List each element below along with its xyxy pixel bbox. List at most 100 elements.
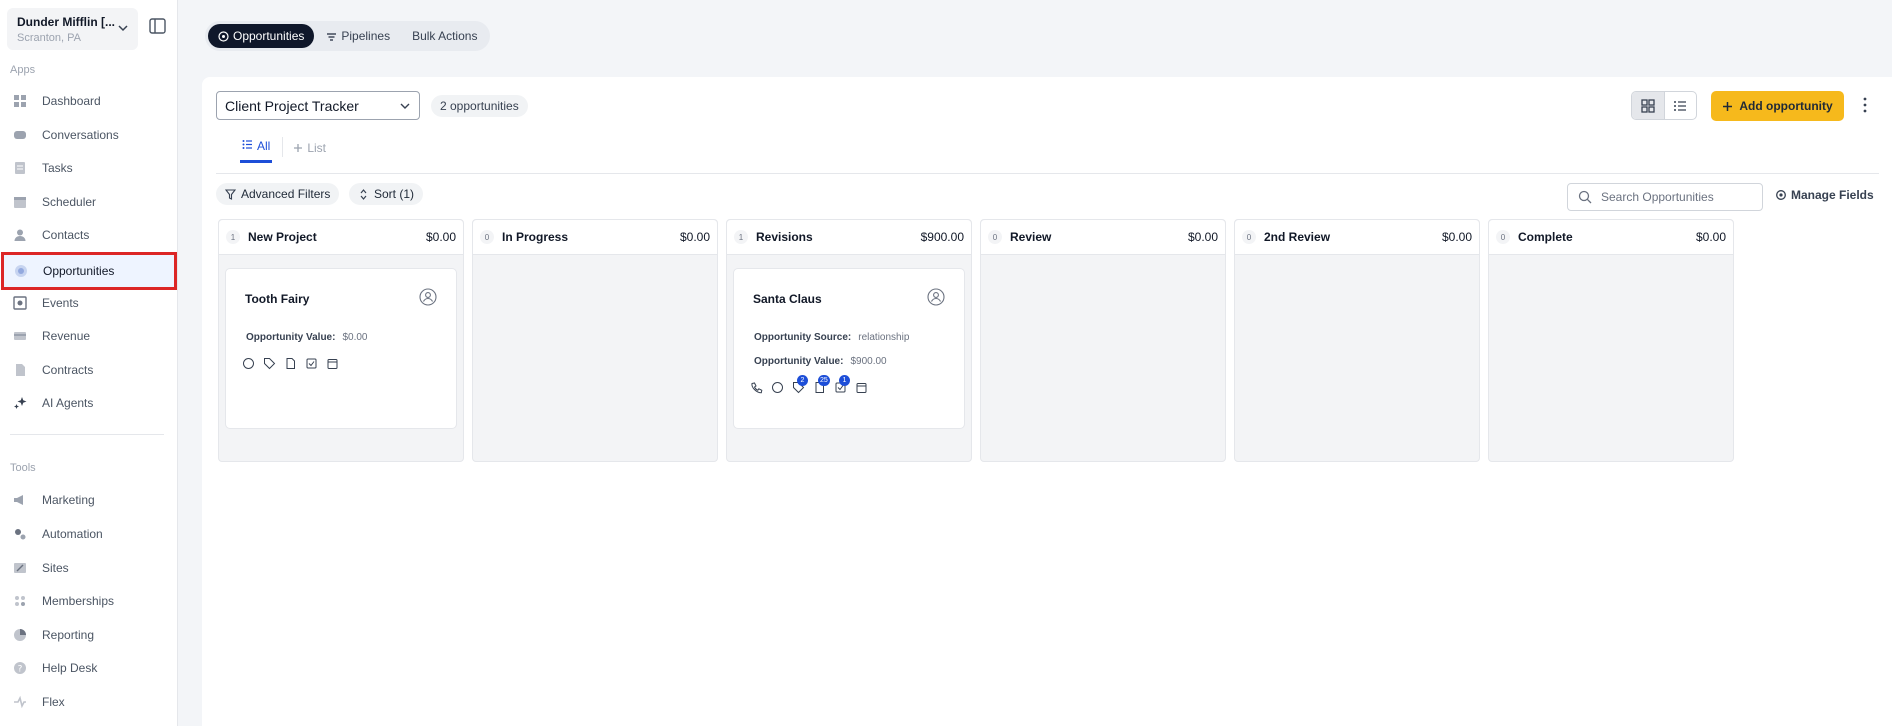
card-title[interactable]: Tooth Fairy (245, 292, 309, 306)
list-view-button[interactable] (1665, 92, 1697, 119)
sidebar-item-label: Scheduler (42, 195, 97, 209)
tab-label: Opportunities (233, 29, 305, 43)
column-name: Revisions (756, 230, 813, 244)
sidebar-item-revenue[interactable]: Revenue (4, 321, 175, 351)
tab-all[interactable]: All (240, 137, 273, 163)
task-count-badge: 1 (839, 375, 850, 386)
sidebar-item-help-desk[interactable]: ? Help Desk (4, 653, 175, 683)
tag-icon[interactable] (263, 357, 276, 370)
sidebar-item-opportunities[interactable]: Opportunities (1, 252, 177, 290)
note-icon[interactable] (284, 357, 297, 370)
tab-label: Bulk Actions (412, 29, 478, 43)
sidebar-item-scheduler[interactable]: Scheduler (4, 187, 175, 217)
person-icon (12, 227, 28, 243)
calendar-icon[interactable] (855, 381, 868, 394)
more-options-icon[interactable] (1859, 95, 1871, 115)
column-count: 1 (226, 230, 240, 244)
tab-label: Pipelines (341, 29, 391, 43)
sidebar-item-automation[interactable]: Automation (4, 519, 175, 549)
view-tabs: All List (240, 137, 326, 163)
manage-fields-button[interactable]: Manage Fields (1775, 188, 1874, 202)
field-label: Opportunity Value: (754, 356, 844, 367)
column-header: 1 Revisions $900.00 (727, 220, 971, 255)
add-list-tab[interactable]: List (293, 137, 326, 159)
tab-label: List (307, 141, 327, 155)
board-view-button[interactable] (1632, 92, 1665, 119)
account-switcher[interactable]: Dunder Mifflin [... Scranton, PA (7, 8, 138, 50)
sidebar-item-contracts[interactable]: Contracts (4, 355, 175, 385)
manage-fields-label: Manage Fields (1791, 188, 1874, 202)
task-icon[interactable]: 1 (834, 375, 850, 394)
add-opportunity-button[interactable]: Add opportunity (1711, 91, 1844, 121)
flex-icon (12, 694, 28, 710)
sidebar-item-conversations[interactable]: Conversations (4, 120, 175, 150)
sidebar-item-reporting[interactable]: Reporting (4, 620, 175, 650)
chat-icon[interactable] (771, 381, 784, 394)
grid-icon (1641, 98, 1655, 113)
pipeline-select-value: Client Project Tracker (225, 98, 359, 114)
chat-icon[interactable] (242, 357, 255, 370)
sidebar-item-memberships[interactable]: Memberships (4, 586, 175, 616)
opportunities-board: Client Project Tracker 2 opportunities A… (202, 77, 1892, 726)
task-icon[interactable] (305, 357, 318, 370)
tab-bulk-actions[interactable]: Bulk Actions (402, 24, 487, 48)
calendar-icon (12, 194, 28, 210)
card-icon (12, 328, 28, 344)
sidebar-item-marketing[interactable]: Marketing (4, 485, 175, 515)
column-header: 0 Complete $0.00 (1489, 220, 1733, 255)
tabs-underline (216, 173, 1879, 174)
opportunity-card[interactable]: Santa Claus Opportunity Source: relation… (733, 268, 965, 429)
sort-button[interactable]: Sort (1) (349, 183, 424, 205)
card-title[interactable]: Santa Claus (753, 292, 822, 306)
sidebar-item-flex[interactable]: Flex (4, 687, 175, 717)
sidebar-item-ai-agents[interactable]: AI Agents (4, 388, 175, 418)
sidebar-item-sites[interactable]: Sites (4, 553, 175, 583)
search-input[interactable]: Search Opportunities (1567, 183, 1763, 211)
tab-opportunities[interactable]: Opportunities (208, 24, 315, 48)
sidebar-item-label: Automation (42, 527, 103, 541)
chevron-down-icon (118, 25, 128, 32)
sidebar-item-dashboard[interactable]: Dashboard (4, 86, 175, 116)
field-value: $0.00 (342, 332, 368, 343)
sidebar-item-tasks[interactable]: Tasks (4, 153, 175, 183)
pipeline-select[interactable]: Client Project Tracker (216, 91, 420, 120)
note-icon[interactable]: 25 (813, 375, 830, 394)
gear-icon (1776, 190, 1786, 200)
sidebar-item-events[interactable]: Events (4, 288, 175, 318)
plus-icon (294, 144, 303, 152)
opportunity-card[interactable]: Tooth Fairy Opportunity Value: $0.00 (225, 268, 457, 429)
sidebar-item-label: Marketing (42, 493, 95, 507)
assign-user-icon[interactable] (419, 288, 437, 306)
field-value: relationship (858, 332, 910, 343)
card-actions: 2 25 1 (750, 375, 868, 394)
card-field-value: Opportunity Value: $900.00 (754, 356, 887, 367)
sparkle-icon (12, 395, 28, 411)
field-value: $900.00 (850, 356, 887, 367)
column-name: Review (1010, 230, 1052, 244)
sidebar-toggle-icon[interactable] (149, 18, 166, 34)
account-name: Dunder Mifflin [... (17, 15, 115, 29)
sidebar: Dunder Mifflin [... Scranton, PA Apps Da… (0, 0, 178, 726)
column-count: 1 (734, 230, 748, 244)
column-total: $0.00 (1441, 230, 1472, 244)
target-icon (218, 30, 229, 42)
sidebar-item-label: Flex (42, 695, 65, 709)
column-count: 0 (1242, 230, 1256, 244)
tag-count-badge: 2 (797, 375, 808, 386)
tag-icon[interactable]: 2 (792, 375, 808, 394)
sidebar-item-label: Memberships (42, 594, 115, 608)
stage-column: 0 2nd Review $0.00 (1234, 219, 1480, 462)
stage-column: 1 Revisions $900.00 Santa Claus Opportun… (726, 219, 972, 462)
help-icon: ? (12, 660, 28, 676)
phone-icon[interactable] (750, 381, 763, 394)
chat-icon (12, 127, 28, 143)
advanced-filters-button[interactable]: Advanced Filters (216, 183, 340, 205)
assign-user-icon[interactable] (927, 288, 945, 306)
calendar-icon[interactable] (326, 357, 339, 370)
sidebar-item-contacts[interactable]: Contacts (4, 220, 175, 250)
column-total: $0.00 (1187, 230, 1218, 244)
chevron-down-icon (400, 103, 410, 109)
sidebar-item-label: AI Agents (42, 396, 94, 410)
stage-column: 0 In Progress $0.00 (472, 219, 718, 462)
tab-pipelines[interactable]: Pipelines (316, 24, 400, 48)
